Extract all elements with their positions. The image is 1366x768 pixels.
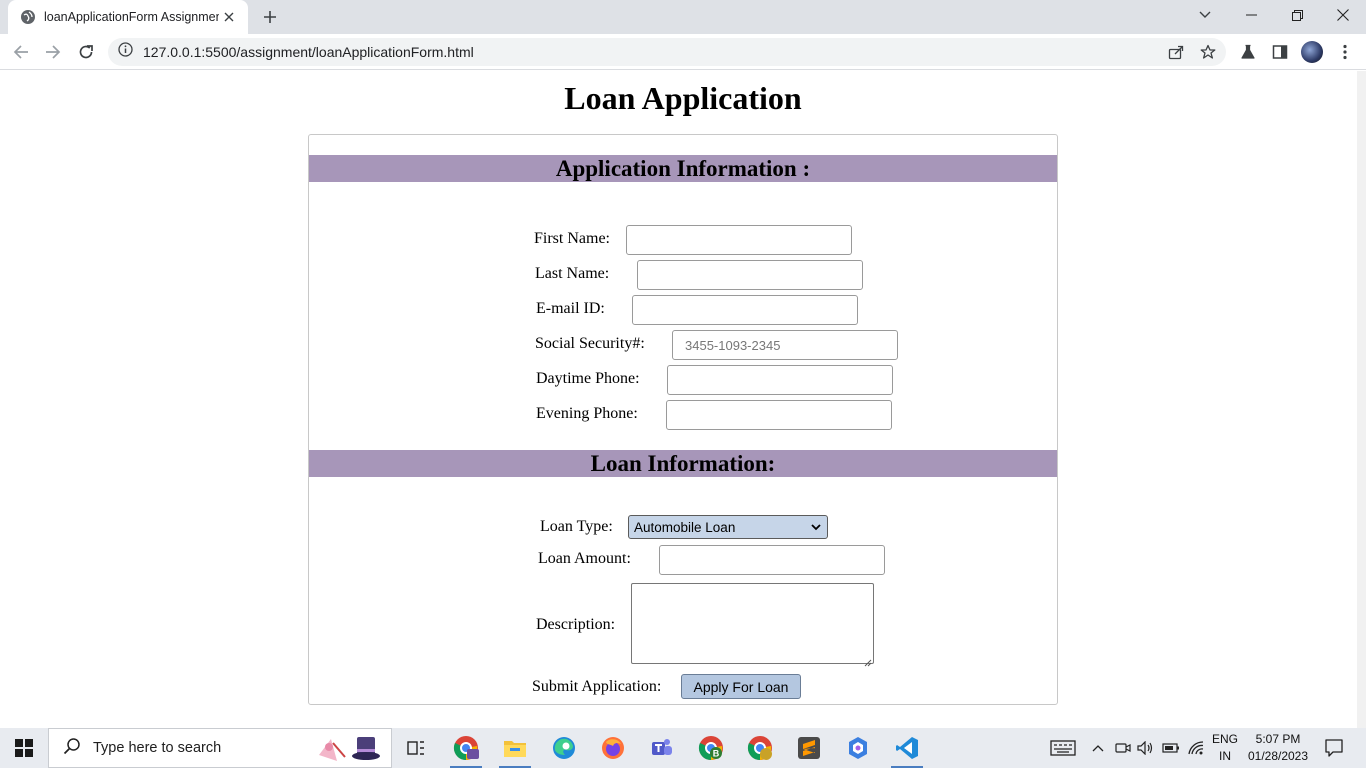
show-hidden-icons-icon[interactable] [1088, 728, 1108, 768]
address-bar[interactable]: 127.0.0.1:5500/assignment/loanApplicatio… [108, 38, 1226, 66]
windows-start-icon[interactable] [0, 728, 48, 768]
file-explorer-icon[interactable] [495, 732, 535, 768]
touch-keyboard-icon[interactable] [1046, 728, 1080, 768]
evening-phone-input[interactable] [666, 400, 892, 430]
web-page: Loan Application Application Information… [0, 71, 1366, 728]
more-menu-icon[interactable] [1333, 40, 1357, 64]
side-panel-icon[interactable] [1268, 40, 1292, 64]
page-scrollbar[interactable] [1357, 71, 1366, 728]
close-window-icon[interactable] [1320, 0, 1366, 30]
sublime-text-icon[interactable] [789, 732, 829, 764]
notification-center-icon[interactable] [1318, 728, 1350, 768]
first-name-label: First Name: [534, 230, 610, 247]
chrome-profile-taskbar-icon[interactable] [446, 732, 486, 768]
copilot-app-icon[interactable] [838, 732, 878, 764]
wifi-icon[interactable] [1185, 728, 1207, 768]
windows-taskbar: Type here to search B ENG IN 5:07 PM 01/… [0, 728, 1366, 768]
vscode-icon[interactable] [887, 732, 927, 768]
new-tab-button[interactable] [258, 6, 282, 28]
profile-avatar[interactable] [1301, 41, 1323, 63]
language-region: IN [1219, 749, 1231, 763]
close-tab-icon[interactable] [220, 8, 238, 26]
url-text: 127.0.0.1:5500/assignment/loanApplicatio… [143, 44, 474, 60]
tab-search-icon[interactable] [1182, 0, 1228, 30]
bookmark-star-icon[interactable] [1194, 38, 1222, 66]
svg-text:B: B [713, 749, 720, 759]
language-code: ENG [1211, 732, 1238, 746]
minimize-icon[interactable] [1228, 0, 1274, 30]
chevron-down-icon [810, 521, 822, 533]
restore-icon[interactable] [1274, 0, 1320, 30]
reload-icon[interactable] [74, 40, 98, 64]
chrome-profile-2-icon[interactable] [740, 732, 780, 764]
clock-time: 5:07 PM [1255, 732, 1301, 746]
daytime-phone-label: Daytime Phone: [536, 370, 640, 387]
search-highlight-icon[interactable] [317, 733, 383, 768]
clock-date: 01/28/2023 [1247, 749, 1309, 763]
taskbar-search-box[interactable]: Type here to search [48, 728, 392, 768]
page-title: Loan Application [564, 80, 802, 116]
loan-type-select[interactable]: Automobile Loan [628, 515, 828, 539]
submit-application-label: Submit Application: [532, 678, 662, 695]
back-arrow-icon[interactable] [9, 40, 33, 64]
last-name-label: Last Name: [535, 265, 610, 282]
browser-toolbar: 127.0.0.1:5500/assignment/loanApplicatio… [0, 34, 1366, 70]
loan-amount-input[interactable] [659, 545, 885, 575]
clock[interactable]: 5:07 PM 01/28/2023 [1244, 728, 1312, 768]
task-view-icon[interactable] [396, 732, 436, 764]
loan-application-form: Application Information : First Name: La… [308, 134, 1058, 705]
share-icon[interactable] [1162, 38, 1190, 66]
apply-for-loan-button[interactable]: Apply For Loan [681, 674, 801, 699]
description-textarea[interactable] [631, 583, 874, 667]
chrome-b-profile-icon[interactable]: B [691, 732, 731, 764]
description-label: Description: [536, 616, 616, 633]
firefox-icon[interactable] [593, 732, 633, 764]
edge-browser-icon[interactable] [544, 732, 584, 764]
browser-tab-strip: loanApplicationForm Assignment [0, 0, 1366, 34]
search-icon [63, 737, 81, 760]
resize-grip-icon[interactable] [864, 654, 872, 667]
forward-arrow-icon[interactable] [41, 40, 65, 64]
application-information-heading: Application Information : [309, 155, 1057, 182]
ssn-input[interactable] [672, 330, 898, 360]
language-indicator[interactable]: ENG IN [1206, 728, 1244, 768]
loan-type-label: Loan Type: [540, 518, 613, 535]
loan-type-selected-value: Automobile Loan [634, 519, 736, 535]
meet-now-icon[interactable] [1112, 728, 1134, 768]
last-name-input[interactable] [637, 260, 863, 290]
first-name-input[interactable] [626, 225, 852, 255]
email-input[interactable] [632, 295, 858, 325]
volume-icon[interactable] [1135, 728, 1157, 768]
ssn-label: Social Security#: [535, 335, 645, 352]
loan-amount-label: Loan Amount: [538, 550, 631, 567]
evening-phone-label: Evening Phone: [536, 405, 638, 422]
daytime-phone-input[interactable] [667, 365, 893, 395]
email-label: E-mail ID: [536, 300, 605, 317]
battery-icon[interactable] [1160, 728, 1182, 768]
taskbar-search-placeholder: Type here to search [93, 740, 222, 756]
browser-tab[interactable]: loanApplicationForm Assignment [8, 0, 248, 34]
globe-icon [20, 9, 36, 25]
labs-flask-icon[interactable] [1236, 40, 1260, 64]
tab-title: loanApplicationForm Assignment [44, 10, 219, 24]
info-icon[interactable] [118, 42, 133, 62]
loan-information-heading: Loan Information: [309, 450, 1057, 477]
teams-icon[interactable] [642, 732, 682, 764]
